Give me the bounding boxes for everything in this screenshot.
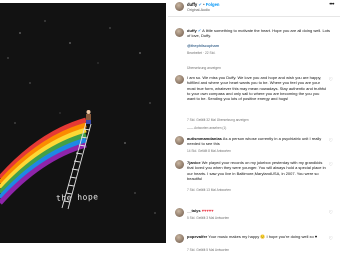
verified-icon: ✔ xyxy=(197,28,202,33)
comment-text: I am so. We miss you Duffy. We love you … xyxy=(187,75,327,101)
like-heart-icon[interactable]: ♡ xyxy=(329,77,333,83)
audio-label[interactable]: Original-Audio xyxy=(187,8,210,12)
mention-link[interactable]: @thephilscopham xyxy=(187,43,219,48)
comment-avatar[interactable] xyxy=(175,136,184,145)
author-username[interactable]: duffy xyxy=(187,2,197,7)
more-options-icon[interactable]: ••• xyxy=(329,2,334,8)
separator-dot: • xyxy=(203,2,205,7)
like-heart-icon[interactable]: ♡ xyxy=(329,138,333,144)
author-line: duffy ✔ • Folgen xyxy=(187,2,219,7)
view-replies-link[interactable]: —— Antworten ansehen (1) xyxy=(187,126,226,130)
comment-username[interactable]: autismmamdanias xyxy=(187,136,222,141)
image-caption-text: the hope xyxy=(55,192,99,203)
comment-body: Your music makes my happy 🙂 I hope you'r… xyxy=(208,234,318,239)
post-image[interactable]: the hope xyxy=(0,3,166,243)
header-divider xyxy=(168,16,340,17)
comment-meta: 5 Std. Gefällt 3 Mal Antworten xyxy=(187,216,230,220)
comment-body: We played your records on my jukebox yes… xyxy=(187,160,326,181)
translate-link[interactable]: Übersetzung anzeigen xyxy=(187,66,221,70)
comment-username[interactable]: popevalfer xyxy=(187,234,207,239)
comment-avatar[interactable] xyxy=(175,160,184,169)
caption-body: A little something to motivate the heart… xyxy=(187,28,331,39)
comment-avatar[interactable] xyxy=(175,75,184,84)
caption-avatar[interactable] xyxy=(175,28,184,37)
comment-text: autismmamdanias As a person whose curren… xyxy=(187,136,327,147)
post-header: duffy ✔ • Folgen Original-Audio ••• xyxy=(168,0,340,16)
caption-meta: Bearbeitet · 22 Std. xyxy=(187,51,216,55)
caption-text: duffy ✔ A little something to motivate t… xyxy=(187,28,333,39)
comment-text: popevalfer Your music makes my happy 🙂 I… xyxy=(187,234,327,239)
author-avatar[interactable] xyxy=(175,2,184,11)
comment-avatar[interactable] xyxy=(175,234,184,243)
like-heart-icon[interactable]: ♡ xyxy=(329,162,333,168)
comment-body: I am so. We miss you Duffy. We love you … xyxy=(187,75,327,102)
instagram-post-view: the hope duffy ✔ • Folgen Original-Audio… xyxy=(0,0,340,268)
like-heart-icon[interactable]: ♡ xyxy=(329,236,333,242)
comment-body: ♥♥♥♥♥ xyxy=(201,208,214,213)
comment-avatar[interactable] xyxy=(175,208,184,217)
comment-text: 7janice We played your records on my juk… xyxy=(187,160,327,181)
comment-username[interactable]: __talys xyxy=(187,208,201,213)
rainbow-illustration xyxy=(0,20,156,214)
caption-username[interactable]: duffy xyxy=(187,28,197,33)
comment-meta: 7 Std. Gefällt 13 Mal Antworten xyxy=(187,188,231,192)
verified-icon: ✔ xyxy=(198,2,202,7)
post-side-panel: duffy ✔ • Folgen Original-Audio ••• duff… xyxy=(168,0,340,268)
comment-meta: 7 Std. Gefällt 5 Mal Antworten xyxy=(187,248,230,252)
comment-text: __talys ♥♥♥♥♥ xyxy=(187,208,327,213)
comment-meta: 7 Std. Gefällt 32 Mal Übersetzung anzeig… xyxy=(187,118,249,122)
follow-button[interactable]: Folgen xyxy=(206,2,220,7)
like-heart-icon[interactable]: ♡ xyxy=(329,210,333,216)
comment-meta: 14 Std. Gefällt 8 Mal Antworten xyxy=(187,149,231,153)
comment-username[interactable]: 7janice xyxy=(187,160,201,165)
